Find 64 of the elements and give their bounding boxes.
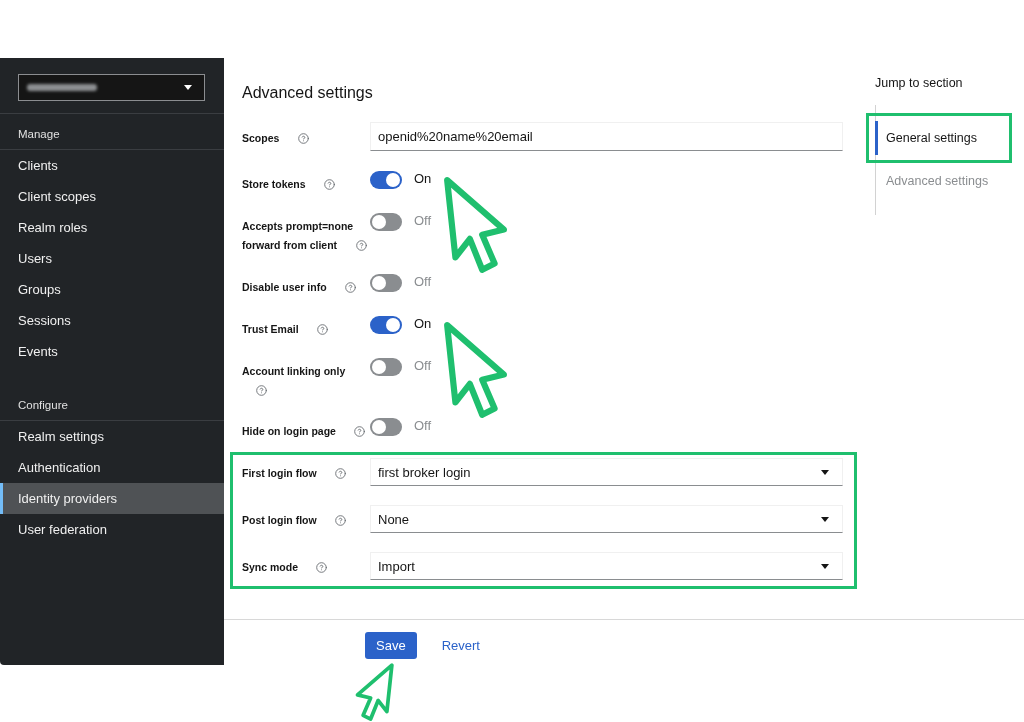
toggle-switch[interactable]: [370, 316, 402, 334]
select-value: None: [378, 511, 410, 527]
help-icon[interactable]: [355, 240, 367, 251]
toggle-state: Off: [414, 417, 432, 434]
toggle-state: On: [414, 315, 432, 332]
caret-icon: [184, 85, 192, 90]
toggle-switch[interactable]: [370, 171, 402, 189]
toggle-state: On: [414, 170, 432, 187]
jump-link[interactable]: General settings: [875, 121, 1024, 155]
nav-item[interactable]: Identity providers: [0, 483, 224, 514]
save-button[interactable]: Save: [365, 632, 417, 659]
nav-item[interactable]: Clients: [0, 150, 224, 181]
field-label: Store tokens: [242, 178, 306, 190]
field-label: Sync mode: [242, 561, 299, 573]
field-label: Accepts prompt=none forward from client: [242, 220, 354, 251]
text-input[interactable]: openid%20name%20email: [370, 122, 843, 151]
toggle-switch[interactable]: [370, 213, 402, 231]
help-icon[interactable]: [317, 324, 329, 335]
nav-section-heading: Configure: [18, 399, 68, 411]
select-value: first broker login: [378, 464, 471, 480]
toggle-state: Off: [414, 273, 432, 290]
field-label: Hide on login page: [242, 425, 336, 437]
select-value: Import: [378, 558, 415, 574]
toggle-state: Off: [414, 212, 432, 229]
help-icon[interactable]: [256, 385, 267, 396]
nav-item[interactable]: Authentication: [0, 452, 224, 483]
toggle-switch[interactable]: [370, 274, 402, 292]
field-label: Disable user info: [242, 281, 327, 293]
nav-item[interactable]: Realm settings: [0, 421, 224, 452]
jump-link[interactable]: Advanced settings: [875, 164, 1024, 198]
nav-item[interactable]: Groups: [0, 274, 224, 305]
field-label: First login flow: [242, 467, 317, 479]
toggle-switch[interactable]: [370, 418, 402, 436]
nav-item[interactable]: Events: [0, 336, 224, 367]
revert-link[interactable]: Revert: [441, 632, 480, 659]
select-dropdown[interactable]: first broker login: [370, 458, 843, 486]
blurred-text: [27, 84, 97, 91]
caret-icon: [821, 563, 829, 569]
field-label: Scopes: [242, 132, 280, 144]
toggle-state: Off: [414, 357, 432, 374]
nav-section-heading: Manage: [18, 128, 60, 140]
nav-item[interactable]: Client scopes: [0, 181, 224, 212]
field-label: Trust Email: [242, 323, 299, 335]
realm-select[interactable]: [18, 74, 205, 101]
help-icon[interactable]: [324, 179, 336, 190]
nav-item[interactable]: User federation: [0, 514, 224, 545]
jump-heading: Jump to section: [875, 75, 963, 91]
help-icon[interactable]: [335, 468, 347, 479]
field-label: Post login flow: [242, 514, 317, 526]
select-dropdown[interactable]: None: [370, 505, 843, 533]
help-icon[interactable]: [316, 562, 328, 573]
nav-item[interactable]: Users: [0, 243, 224, 274]
help-icon[interactable]: [297, 133, 309, 144]
nav-item[interactable]: Sessions: [0, 305, 224, 336]
select-dropdown[interactable]: Import: [370, 552, 843, 580]
help-icon[interactable]: [354, 426, 366, 437]
help-icon[interactable]: [345, 282, 357, 293]
caret-icon: [821, 469, 829, 475]
section-title: Advanced settings: [242, 84, 373, 102]
caret-icon: [821, 516, 829, 522]
field-label: Account linking only: [242, 365, 346, 377]
toggle-switch[interactable]: [370, 358, 402, 376]
nav-item[interactable]: Realm roles: [0, 212, 224, 243]
help-icon[interactable]: [335, 515, 347, 526]
